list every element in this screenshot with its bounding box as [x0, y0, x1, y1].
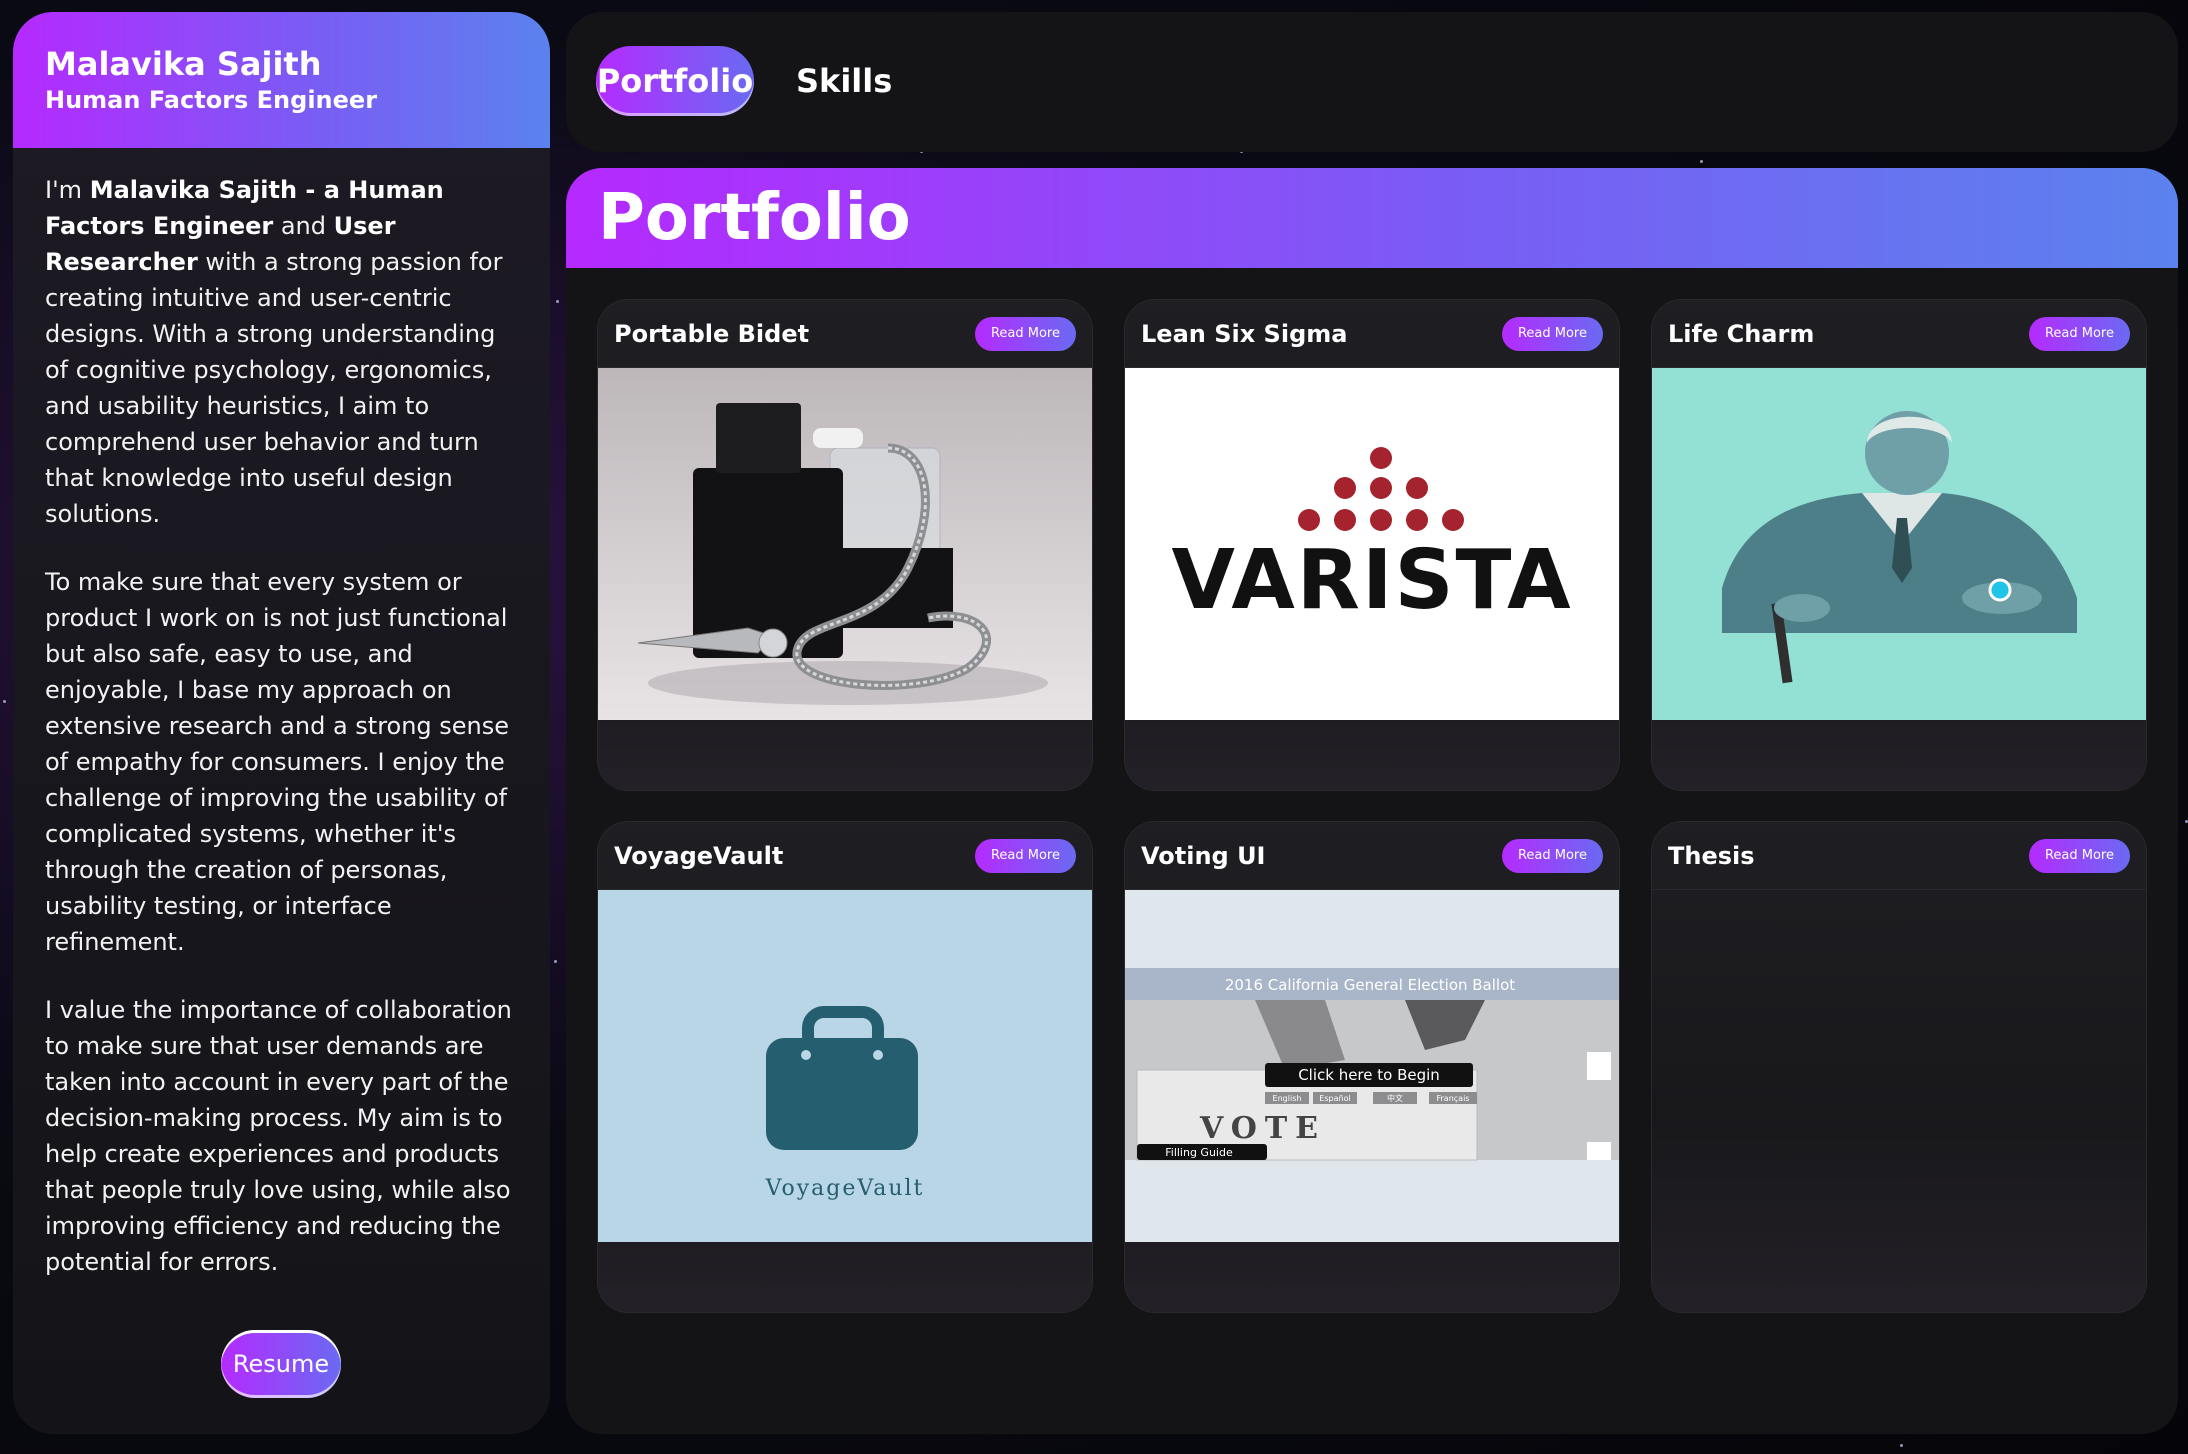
- voyagevault-logo-text: VoyageVault: [765, 1176, 925, 1201]
- tab-skills[interactable]: Skills: [780, 46, 908, 116]
- card-header: Lean Six Sigma Read More: [1125, 300, 1619, 368]
- profile-sidebar: Malavika Sajith Human Factors Engineer I…: [13, 12, 550, 1434]
- card-header: Portable Bidet Read More: [598, 300, 1092, 368]
- project-image-varista[interactable]: VARISTA: [1125, 368, 1619, 720]
- card-title: Life Charm: [1668, 319, 1815, 348]
- project-card-portable-bidet[interactable]: Portable Bidet Read More: [598, 300, 1092, 790]
- varista-logo-text: VARISTA: [1171, 533, 1572, 628]
- project-card-lean-six-sigma[interactable]: Lean Six Sigma Read More VARISTA: [1125, 300, 1619, 790]
- project-image-voyagevault[interactable]: VoyageVault: [598, 890, 1092, 1242]
- card-title: Voting UI: [1141, 841, 1266, 870]
- read-more-button[interactable]: Read More: [2028, 838, 2130, 873]
- card-title: Portable Bidet: [614, 319, 810, 348]
- bio-paragraph-1: I'm Malavika Sajith - a Human Factors En…: [45, 176, 503, 528]
- resume-button[interactable]: Resume: [221, 1330, 341, 1398]
- bio-paragraph-2: To make sure that every system or produc…: [45, 568, 510, 956]
- card-header: Thesis Read More: [1652, 822, 2146, 890]
- card-header: Voting UI Read More: [1125, 822, 1619, 890]
- card-title: VoyageVault: [614, 841, 784, 870]
- project-card-voting-ui[interactable]: Voting UI Read More 2016 California Gene…: [1125, 822, 1619, 1312]
- project-card-thesis[interactable]: Thesis Read More: [1652, 822, 2146, 1312]
- ballot-header-text: 2016 California General Election Ballot: [1225, 976, 1515, 994]
- lang-english: English: [1273, 1094, 1302, 1103]
- read-more-button[interactable]: Read More: [1501, 838, 1603, 873]
- card-title: Lean Six Sigma: [1141, 319, 1348, 348]
- profile-bio: I'm Malavika Sajith - a Human Factors En…: [13, 148, 550, 1280]
- card-header: VoyageVault Read More: [598, 822, 1092, 890]
- read-more-button[interactable]: Read More: [2028, 316, 2130, 351]
- top-nav: Portfolio Skills: [566, 12, 2178, 152]
- project-card-voyagevault[interactable]: VoyageVault Read More VoyageVault: [598, 822, 1092, 1312]
- project-image-voting[interactable]: 2016 California General Election Ballot …: [1125, 890, 1619, 1242]
- read-more-button[interactable]: Read More: [1501, 316, 1603, 351]
- profile-header: Malavika Sajith Human Factors Engineer: [13, 12, 550, 148]
- lang-francais: Français: [1437, 1094, 1470, 1103]
- card-title: Thesis: [1668, 841, 1755, 870]
- lang-chinese: 中文: [1387, 1093, 1403, 1103]
- project-image-placeholder: [1652, 890, 2146, 1242]
- filling-guide-text: Filling Guide: [1165, 1146, 1233, 1159]
- bio-paragraph-3: I value the importance of collaboration …: [45, 996, 512, 1276]
- lang-espanol: Español: [1319, 1094, 1350, 1103]
- vote-text: VOTE: [1199, 1111, 1326, 1146]
- read-more-button[interactable]: Read More: [974, 838, 1076, 873]
- project-image-elderly-man[interactable]: [1652, 368, 2146, 720]
- page-title: Portfolio: [598, 181, 911, 255]
- portfolio-section: Portfolio Portable Bidet Read More Lean …: [566, 168, 2178, 1434]
- portfolio-header: Portfolio: [566, 168, 2178, 268]
- tab-portfolio[interactable]: Portfolio: [596, 46, 754, 116]
- begin-button-text: Click here to Begin: [1298, 1066, 1440, 1084]
- read-more-button[interactable]: Read More: [974, 316, 1076, 351]
- card-header: Life Charm Read More: [1652, 300, 2146, 368]
- project-card-life-charm[interactable]: Life Charm Read More: [1652, 300, 2146, 790]
- project-image-bidet[interactable]: [598, 368, 1092, 720]
- profile-name: Malavika Sajith: [45, 45, 322, 83]
- profile-role: Human Factors Engineer: [45, 86, 378, 114]
